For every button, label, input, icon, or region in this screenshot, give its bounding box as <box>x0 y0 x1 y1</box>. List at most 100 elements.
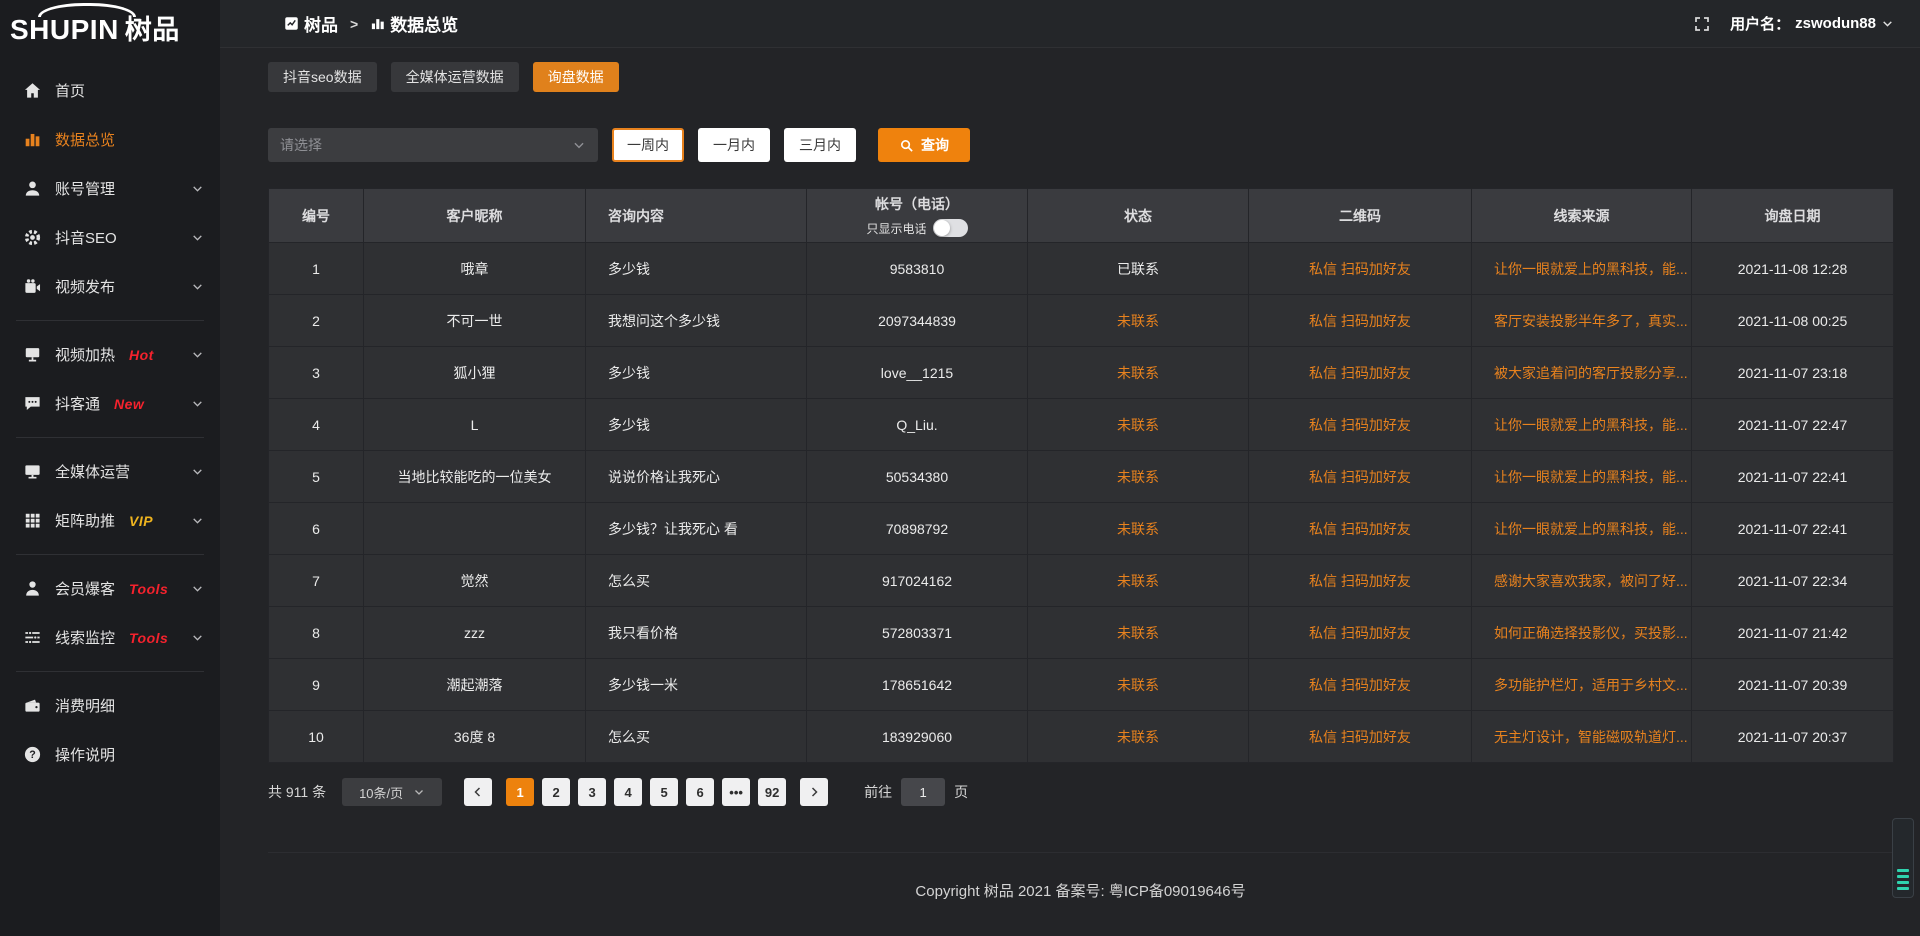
cell-source: 感谢大家喜欢我家，被问了好... <box>1472 555 1692 607</box>
cell-account: 50534380 <box>807 451 1028 503</box>
fullscreen-icon[interactable] <box>1694 16 1710 32</box>
lead-source-link[interactable]: 客厅安装投影半年多了，真实... <box>1494 313 1688 329</box>
app-logo[interactable]: SHUPIN树品 <box>0 0 220 54</box>
goto-suffix: 页 <box>954 782 968 802</box>
cell-content: 怎么买 <box>586 711 807 763</box>
lead-source-link[interactable]: 让你一眼就爱上的黑科技，能... <box>1494 469 1688 485</box>
table-row: 5当地比较能吃的一位美女说说价格让我死心50534380未联系私信 扫码加好友让… <box>269 451 1894 503</box>
lead-source-link[interactable]: 让你一眼就爱上的黑科技，能... <box>1494 417 1688 433</box>
page-size-select[interactable]: 10条/页 <box>342 778 442 806</box>
cell-content: 我只看价格 <box>586 607 807 659</box>
range-button-week[interactable]: 一周内 <box>612 128 684 162</box>
sidebar-item-member-baoke[interactable]: 会员爆客Tools <box>0 564 220 613</box>
cell-nickname: 不可一世 <box>364 295 586 347</box>
sidebar-item-video-publish[interactable]: 视频发布 <box>0 262 220 311</box>
select-placeholder: 请选择 <box>280 135 322 155</box>
sidebar-item-label: 矩阵助推 <box>55 510 115 531</box>
qr-add-friend-link[interactable]: 私信 扫码加好友 <box>1309 625 1411 641</box>
col-status: 状态 <box>1028 189 1249 243</box>
qr-add-friend-link[interactable]: 私信 扫码加好友 <box>1309 521 1411 537</box>
logo-text-en: SHUPIN <box>10 14 119 45</box>
service-widget-stripe <box>1897 887 1909 890</box>
qr-add-friend-link[interactable]: 私信 扫码加好友 <box>1309 417 1411 433</box>
sidebar-item-video-heat[interactable]: 视频加热Hot <box>0 330 220 379</box>
sidebar-item-operation-guide[interactable]: ?操作说明 <box>0 730 220 779</box>
account-select[interactable]: 请选择 <box>268 128 598 162</box>
user-dropdown[interactable]: 用户名：zswodun88 <box>1730 13 1894 34</box>
tab-douyin-seo-data[interactable]: 抖音seo数据 <box>268 62 377 92</box>
sidebar-item-consumption-detail[interactable]: 消费明细 <box>0 681 220 730</box>
cell-content: 说说价格让我死心 <box>586 451 807 503</box>
lead-source-link[interactable]: 如何正确选择投影仪，买投影... <box>1494 625 1688 641</box>
cell-no: 5 <box>269 451 364 503</box>
service-widget-stripe <box>1897 881 1909 884</box>
qr-add-friend-link[interactable]: 私信 扫码加好友 <box>1309 365 1411 381</box>
sidebar-item-matrix-boost[interactable]: 矩阵助推VIP <box>0 496 220 545</box>
next-page-button[interactable] <box>800 778 828 806</box>
prev-page-button[interactable] <box>464 778 492 806</box>
qr-add-friend-link[interactable]: 私信 扫码加好友 <box>1309 573 1411 589</box>
lead-source-link[interactable]: 让你一眼就爱上的黑科技，能... <box>1494 521 1688 537</box>
chevron-left-icon <box>472 786 484 798</box>
cell-nickname: 当地比较能吃的一位美女 <box>364 451 586 503</box>
phone-only-toggle[interactable] <box>933 219 968 237</box>
page-button-4[interactable]: 4 <box>614 778 642 806</box>
breadcrumb-separator: > <box>350 16 358 32</box>
cell-account: 9583810 <box>807 243 1028 295</box>
table-row: 7觉然怎么买917024162未联系私信 扫码加好友感谢大家喜欢我家，被问了好.… <box>269 555 1894 607</box>
qr-add-friend-link[interactable]: 私信 扫码加好友 <box>1309 469 1411 485</box>
range-button-quarter[interactable]: 三月内 <box>784 128 856 162</box>
page-button-2[interactable]: 2 <box>542 778 570 806</box>
sidebar-item-douyin-seo[interactable]: 抖音SEO <box>0 213 220 262</box>
page-button-3[interactable]: 3 <box>578 778 606 806</box>
range-button-month[interactable]: 一月内 <box>698 128 770 162</box>
query-button[interactable]: 查询 <box>878 128 970 162</box>
sidebar-item-doukeotong[interactable]: 抖客通New <box>0 379 220 428</box>
monitor-icon <box>22 462 42 482</box>
sidebar-menu: 首页数据总览账号管理抖音SEO视频发布视频加热Hot抖客通New全媒体运营矩阵助… <box>0 54 220 779</box>
sidebar-item-account-management[interactable]: 账号管理 <box>0 164 220 213</box>
tab-inquiry-data[interactable]: 询盘数据 <box>533 62 619 92</box>
page-button-6[interactable]: 6 <box>686 778 714 806</box>
page-button-5[interactable]: 5 <box>650 778 678 806</box>
lead-source-link[interactable]: 无主灯设计，智能磁吸轨道灯... <box>1494 729 1688 745</box>
breadcrumb-item-shupin[interactable]: 树品 <box>284 11 338 36</box>
breadcrumb-label: 数据总览 <box>390 11 458 36</box>
table-row: 8zzz我只看价格572803371未联系私信 扫码加好友如何正确选择投影仪，买… <box>269 607 1894 659</box>
page-button-92[interactable]: 92 <box>758 778 786 806</box>
table-row: 3狐小狸多少钱love__1215未联系私信 扫码加好友被大家追着问的客厅投影分… <box>269 347 1894 399</box>
service-widget[interactable] <box>1892 818 1914 898</box>
sidebar-item-label: 账号管理 <box>55 178 115 199</box>
col-source: 线索来源 <box>1472 189 1692 243</box>
grid-icon <box>22 511 42 531</box>
username-label: 用户名： <box>1730 13 1790 34</box>
sidebar-item-omni-media-operation[interactable]: 全媒体运营 <box>0 447 220 496</box>
sidebar-item-home[interactable]: 首页 <box>0 66 220 115</box>
qr-add-friend-link[interactable]: 私信 扫码加好友 <box>1309 677 1411 693</box>
lead-source-link[interactable]: 感谢大家喜欢我家，被问了好... <box>1494 573 1688 589</box>
phone-only-label: 只显示电话 <box>866 220 926 237</box>
data-tabs: 抖音seo数据 全媒体运营数据 询盘数据 <box>268 62 1893 92</box>
page-button-1[interactable]: 1 <box>506 778 534 806</box>
lead-source-link[interactable]: 让你一眼就爱上的黑科技，能... <box>1494 261 1688 277</box>
qr-add-friend-link[interactable]: 私信 扫码加好友 <box>1309 729 1411 745</box>
qr-add-friend-link[interactable]: 私信 扫码加好友 <box>1309 313 1411 329</box>
lead-source-link[interactable]: 多功能护栏灯，适用于乡村文... <box>1494 677 1688 693</box>
goto-page-input[interactable] <box>901 778 945 806</box>
cell-content: 多少钱 <box>586 243 807 295</box>
cell-source: 无主灯设计，智能磁吸轨道灯... <box>1472 711 1692 763</box>
qr-add-friend-link[interactable]: 私信 扫码加好友 <box>1309 261 1411 277</box>
breadcrumb-item-data-overview[interactable]: 数据总览 <box>370 11 458 36</box>
sidebar-item-label: 操作说明 <box>55 744 115 765</box>
cell-content: 多少钱一米 <box>586 659 807 711</box>
cell-status: 未联系 <box>1028 659 1249 711</box>
inquiry-table: 编号 客户昵称 咨询内容 帐号（电话） 只显示电话 状态 二维码 线索来源 询盘… <box>268 188 1893 763</box>
cell-qrcode: 私信 扫码加好友 <box>1249 555 1472 607</box>
lead-source-link[interactable]: 被大家追着问的客厅投影分享... <box>1494 365 1688 381</box>
sidebar-item-label: 线索监控 <box>55 627 115 648</box>
table-row: 2不可一世我想问这个多少钱2097344839未联系私信 扫码加好友客厅安装投影… <box>269 295 1894 347</box>
tab-omni-media-data[interactable]: 全媒体运营数据 <box>391 62 519 92</box>
sidebar-item-lead-monitor[interactable]: 线索监控Tools <box>0 613 220 662</box>
sidebar-item-data-overview[interactable]: 数据总览 <box>0 115 220 164</box>
page-more-button[interactable]: ••• <box>722 778 750 806</box>
